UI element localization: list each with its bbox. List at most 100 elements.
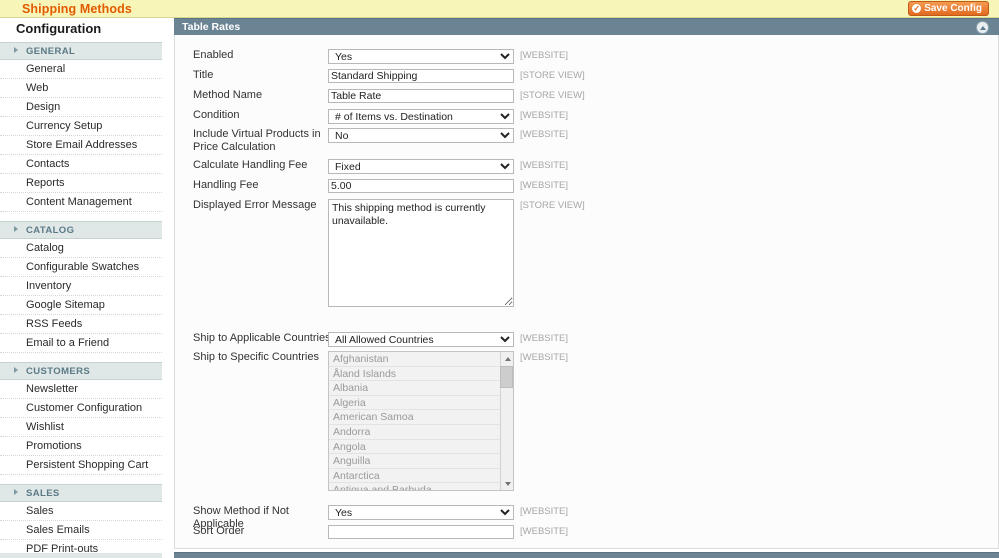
sidebar-item-catalog[interactable]: Catalog xyxy=(0,239,162,258)
next-collapsed-section-header[interactable] xyxy=(174,552,999,558)
country-option[interactable]: Algeria xyxy=(329,395,501,411)
scrollbar-thumb[interactable] xyxy=(500,366,513,388)
sidebar-item-customer-configuration[interactable]: Customer Configuration xyxy=(0,399,162,418)
country-list-scrollbar[interactable] xyxy=(500,352,513,490)
country-option[interactable]: Anguilla xyxy=(329,454,501,469)
config-content: Table Rates Enabled YesNo [WEBSITE] Titl… xyxy=(174,18,999,558)
country-option[interactable]: Angola xyxy=(329,439,501,455)
scope-method-name: [STORE VIEW] xyxy=(520,90,585,101)
enabled-select[interactable]: YesNo xyxy=(328,49,514,64)
scroll-up-arrow-icon[interactable] xyxy=(501,352,513,365)
sidebar-item-newsletter[interactable]: Newsletter xyxy=(0,380,162,399)
sidebar-group-sales[interactable]: SALES xyxy=(0,484,162,502)
scope-include-virtual: [WEBSITE] xyxy=(520,129,569,140)
scope-enabled: [WEBSITE] xyxy=(520,50,569,61)
country-option[interactable]: Afghanistan xyxy=(329,352,501,367)
sidebar-item-content-management[interactable]: Content Management xyxy=(0,193,162,212)
label-condition: Condition xyxy=(193,109,240,121)
sidebar-item-reports[interactable]: Reports xyxy=(0,174,162,193)
label-include-virtual: Include Virtual Products in Price Calcul… xyxy=(193,128,321,153)
sidebar-item-google-sitemap[interactable]: Google Sitemap xyxy=(0,296,162,315)
sidebar-item-store-email-addresses[interactable]: Store Email Addresses xyxy=(0,136,162,155)
sidebar-item-currency-setup[interactable]: Currency Setup xyxy=(0,117,162,136)
triangle-right-icon xyxy=(14,367,18,373)
sidebar-item-web[interactable]: Web xyxy=(0,79,162,98)
sidebar-item-persistent-shopping-cart[interactable]: Persistent Shopping Cart xyxy=(0,456,162,475)
sidebar-group-spacer xyxy=(0,212,162,221)
country-option[interactable]: American Samoa xyxy=(329,410,501,425)
country-option[interactable]: Åland Islands xyxy=(329,366,501,382)
section-header-table-rates[interactable]: Table Rates xyxy=(174,18,999,35)
sidebar-group-label: GENERAL xyxy=(26,45,76,57)
sidebar-group-label: CATALOG xyxy=(26,224,75,236)
label-ship-specific: Ship to Specific Countries xyxy=(193,351,319,363)
scroll-down-arrow-icon[interactable] xyxy=(501,477,513,490)
sidebar-item-rss-feeds[interactable]: RSS Feeds xyxy=(0,315,162,334)
sidebar-item-contacts[interactable]: Contacts xyxy=(0,155,162,174)
sidebar-nav: GENERAL General Web Design Currency Setup Sto… xyxy=(0,42,162,558)
table-rates-form: Enabled YesNo [WEBSITE] Title [STORE VIE… xyxy=(174,35,999,549)
ship-applicable-select[interactable]: All Allowed CountriesSpecific Countries xyxy=(328,332,514,347)
condition-select[interactable]: # of Items vs. DestinationPrice vs. Dest… xyxy=(328,109,514,124)
sidebar-item-sales[interactable]: Sales xyxy=(0,502,162,521)
sidebar-item-wishlist[interactable]: Wishlist xyxy=(0,418,162,437)
label-calculate-handling-fee: Calculate Handling Fee xyxy=(193,159,308,171)
country-option-list[interactable]: Afghanistan Åland Islands Albania Algeria Am… xyxy=(329,352,501,490)
country-option[interactable]: Andorra xyxy=(329,424,501,440)
sidebar-group-general[interactable]: GENERAL xyxy=(0,42,162,60)
save-config-label: Save Config xyxy=(924,2,982,14)
error-message-textarea[interactable]: This shipping method is currently unavai… xyxy=(328,199,514,307)
label-sort-order: Sort Order xyxy=(193,525,245,537)
sidebar-heading: Configuration xyxy=(16,21,102,36)
sidebar-item-design[interactable]: Design xyxy=(0,98,162,117)
label-error-message: Displayed Error Message xyxy=(193,199,317,211)
sort-order-input[interactable] xyxy=(328,525,514,539)
sidebar-group-label: CUSTOMERS xyxy=(26,365,91,377)
label-handling-fee: Handling Fee xyxy=(193,179,259,191)
triangle-right-icon xyxy=(14,47,18,53)
sidebar-group-customers[interactable]: CUSTOMERS xyxy=(0,362,162,380)
sidebar-item-sales-emails[interactable]: Sales Emails xyxy=(0,521,162,540)
scope-handling-fee: [WEBSITE] xyxy=(520,180,569,191)
country-option[interactable]: Albania xyxy=(329,381,501,396)
page-title: Shipping Methods xyxy=(22,2,132,16)
triangle-right-icon xyxy=(14,489,18,495)
show-method-select[interactable]: YesNo xyxy=(328,505,514,520)
ship-specific-multiselect[interactable]: Afghanistan Åland Islands Albania Algeria Am… xyxy=(328,351,514,491)
scope-ship-specific: [WEBSITE] xyxy=(520,352,569,363)
sidebar-item-inventory[interactable]: Inventory xyxy=(0,277,162,296)
sidebar-item-general[interactable]: General xyxy=(0,60,162,79)
title-input[interactable] xyxy=(328,69,514,83)
sidebar-item-email-to-a-friend[interactable]: Email to a Friend xyxy=(0,334,162,353)
scope-error-message: [STORE VIEW] xyxy=(520,200,585,211)
sidebar-group-spacer xyxy=(0,475,162,484)
label-title: Title xyxy=(193,69,214,81)
scope-ship-applicable: [WEBSITE] xyxy=(520,333,569,344)
sidebar-group-spacer xyxy=(0,353,162,362)
label-enabled: Enabled xyxy=(193,49,234,61)
include-virtual-select[interactable]: YesNo xyxy=(328,128,514,143)
check-circle-icon: ✓ xyxy=(912,4,922,13)
sidebar-group-catalog[interactable]: CATALOG xyxy=(0,221,162,239)
sidebar-bottom-strip xyxy=(0,553,162,558)
scope-title: [STORE VIEW] xyxy=(520,70,585,81)
country-option[interactable]: Antarctica xyxy=(329,468,501,484)
scope-show-method: [WEBSITE] xyxy=(520,506,569,517)
sidebar-item-promotions[interactable]: Promotions xyxy=(0,437,162,456)
label-method-name: Method Name xyxy=(193,89,263,101)
page-header-band: Shipping Methods ✓ Save Config xyxy=(0,0,999,18)
scope-calculate-handling-fee: [WEBSITE] xyxy=(520,160,569,171)
country-option[interactable]: Antigua and Barbuda xyxy=(329,483,501,490)
sidebar-group-label: SALES xyxy=(26,487,60,499)
chevron-up-circle-icon[interactable] xyxy=(976,21,989,34)
section-header-label: Table Rates xyxy=(182,21,241,33)
scope-condition: [WEBSITE] xyxy=(520,110,569,121)
sidebar-item-configurable-swatches[interactable]: Configurable Swatches xyxy=(0,258,162,277)
calculate-handling-fee-select[interactable]: FixedPercent xyxy=(328,159,514,174)
label-ship-applicable: Ship to Applicable Countries xyxy=(193,332,331,344)
handling-fee-input[interactable] xyxy=(328,179,514,193)
scope-sort-order: [WEBSITE] xyxy=(520,526,569,537)
method-name-input[interactable] xyxy=(328,89,514,103)
save-config-button[interactable]: ✓ Save Config xyxy=(908,1,989,16)
config-sidebar: Configuration GENERAL General Web Design Cur… xyxy=(0,18,162,558)
